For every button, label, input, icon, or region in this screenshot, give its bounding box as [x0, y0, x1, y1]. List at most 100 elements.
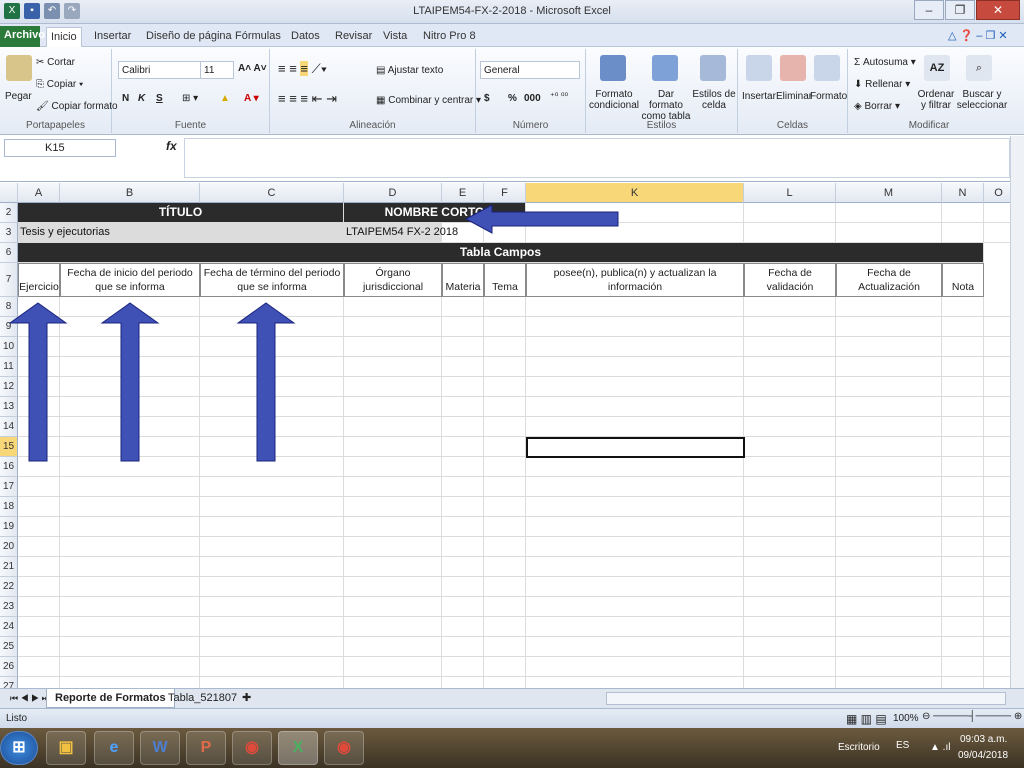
- grid-cell[interactable]: [942, 337, 984, 357]
- row-header-14[interactable]: 14: [0, 417, 18, 437]
- grid-cell[interactable]: [18, 357, 60, 377]
- grid-cell[interactable]: [744, 677, 836, 688]
- grid-cell[interactable]: [200, 597, 344, 617]
- grid-cell[interactable]: [200, 577, 344, 597]
- font-name-select[interactable]: Calibri: [118, 61, 202, 79]
- grid-cell[interactable]: [344, 657, 442, 677]
- italic-button[interactable]: K: [138, 93, 145, 104]
- grid-cell[interactable]: [60, 657, 200, 677]
- close-button[interactable]: ✕: [976, 0, 1020, 20]
- grid-cell[interactable]: [344, 637, 442, 657]
- grid-cell[interactable]: [442, 377, 484, 397]
- column-title-k[interactable]: Area(s) responsable(s) que genera(n), po…: [526, 263, 744, 297]
- percent-button[interactable]: %: [508, 93, 517, 104]
- number-format-select[interactable]: General: [480, 61, 580, 79]
- paste-button[interactable]: Pegar: [5, 91, 32, 102]
- grid-cell[interactable]: [744, 557, 836, 577]
- grid-cell[interactable]: [836, 537, 942, 557]
- grid-cell[interactable]: [744, 657, 836, 677]
- grid-cell[interactable]: [60, 437, 200, 457]
- grid-cell[interactable]: [526, 637, 744, 657]
- find-icon[interactable]: ⌕: [966, 55, 992, 81]
- grid-cell[interactable]: [984, 337, 1010, 357]
- grid-cell[interactable]: [18, 597, 60, 617]
- minimize-button[interactable]: –: [914, 0, 944, 20]
- fx-icon[interactable]: fx: [166, 139, 177, 153]
- vertical-align-icon[interactable]: ≡ ≡ ≡ ⟋▾: [278, 61, 327, 77]
- fill-color-icon[interactable]: ▲: [220, 93, 230, 104]
- grid-cell[interactable]: [60, 457, 200, 477]
- grid-cell[interactable]: [442, 357, 484, 377]
- grid-cell[interactable]: [200, 397, 344, 417]
- grid-cell[interactable]: [442, 337, 484, 357]
- delete-button[interactable]: Eliminar: [776, 91, 812, 102]
- column-header-b[interactable]: B: [60, 183, 200, 203]
- grid-cell[interactable]: [442, 457, 484, 477]
- short-name-value-cell[interactable]: LTAIPEM54 FX-2 2018: [344, 223, 458, 243]
- column-header-c[interactable]: C: [200, 183, 344, 203]
- grid-cell[interactable]: [18, 677, 60, 688]
- row-header-6[interactable]: 6: [0, 243, 18, 263]
- row-header-7[interactable]: 7: [0, 263, 18, 297]
- grid-cell[interactable]: [442, 437, 484, 457]
- paste-icon[interactable]: [6, 55, 32, 81]
- grid-cell[interactable]: [484, 557, 526, 577]
- grid-cell[interactable]: [942, 297, 984, 317]
- grid-cell[interactable]: [344, 517, 442, 537]
- grid-cell[interactable]: [442, 417, 484, 437]
- title-value-cell[interactable]: Tesis y ejecutorias: [18, 223, 344, 243]
- grid-cell[interactable]: [942, 537, 984, 557]
- tab-revisar[interactable]: Revisar: [331, 27, 376, 47]
- grid-cell[interactable]: [526, 317, 744, 337]
- delete-cells-icon[interactable]: [780, 55, 806, 81]
- grid-cell[interactable]: [526, 417, 744, 437]
- grid-cell[interactable]: [442, 477, 484, 497]
- ie-icon[interactable]: e: [94, 731, 134, 765]
- grid-cell[interactable]: [442, 317, 484, 337]
- spreadsheet-grid[interactable]: A B C D E F K L M N O 2 3 6 7 8 9 10 11 12 13 14 15 16 17 18 19 20 2…: [0, 183, 1010, 688]
- grid-cell[interactable]: [60, 337, 200, 357]
- horizontal-align-icon[interactable]: ≡ ≡ ≡ ⇤ ⇥: [278, 91, 337, 107]
- grid-cell[interactable]: [344, 437, 442, 457]
- row-header-10[interactable]: 10: [0, 337, 18, 357]
- grid-cell[interactable]: [836, 617, 942, 637]
- grid-cell[interactable]: [836, 297, 942, 317]
- grid-cell[interactable]: [18, 297, 60, 317]
- copy-button[interactable]: ⎘ Copiar ▾: [36, 79, 83, 90]
- grid-cell[interactable]: [60, 577, 200, 597]
- grid-cell[interactable]: [344, 617, 442, 637]
- grid-cell[interactable]: [526, 577, 744, 597]
- grid-cell[interactable]: [836, 517, 942, 537]
- grid-cell[interactable]: [442, 677, 484, 688]
- grid-cell[interactable]: [18, 477, 60, 497]
- row-header-20[interactable]: 20: [0, 537, 18, 557]
- row-header-26[interactable]: 26: [0, 657, 18, 677]
- grid-cell[interactable]: [984, 537, 1010, 557]
- conditional-format-icon[interactable]: [600, 55, 626, 81]
- grid-cell[interactable]: [526, 617, 744, 637]
- column-title-b[interactable]: Fecha de inicio del periodo que se infor…: [60, 263, 200, 297]
- sheet-tab-reporte[interactable]: Reporte de Formatos: [46, 689, 175, 708]
- grid-cell[interactable]: [984, 377, 1010, 397]
- active-cell-k15[interactable]: [526, 437, 745, 458]
- grid-cell[interactable]: [942, 597, 984, 617]
- row-header-3[interactable]: 3: [0, 223, 18, 243]
- grid-cell[interactable]: [836, 557, 942, 577]
- clear-button[interactable]: ◈ Borrar ▾: [854, 101, 900, 112]
- grid-cell[interactable]: [484, 617, 526, 637]
- grid-cell[interactable]: [60, 617, 200, 637]
- grid-cell[interactable]: [744, 637, 836, 657]
- tab-formulas[interactable]: Fórmulas: [231, 27, 285, 47]
- grid-cell[interactable]: [836, 203, 942, 223]
- grid-cell[interactable]: [484, 317, 526, 337]
- column-header-o[interactable]: O: [984, 183, 1010, 203]
- grid-cell[interactable]: [200, 677, 344, 688]
- grid-cell[interactable]: [836, 457, 942, 477]
- word-icon[interactable]: W: [140, 731, 180, 765]
- grid-cell[interactable]: [200, 317, 344, 337]
- cell-styles-icon[interactable]: [700, 55, 726, 81]
- grid-cell[interactable]: [836, 497, 942, 517]
- grid-cell[interactable]: [200, 657, 344, 677]
- grid-cell[interactable]: [526, 297, 744, 317]
- grid-cell[interactable]: [484, 577, 526, 597]
